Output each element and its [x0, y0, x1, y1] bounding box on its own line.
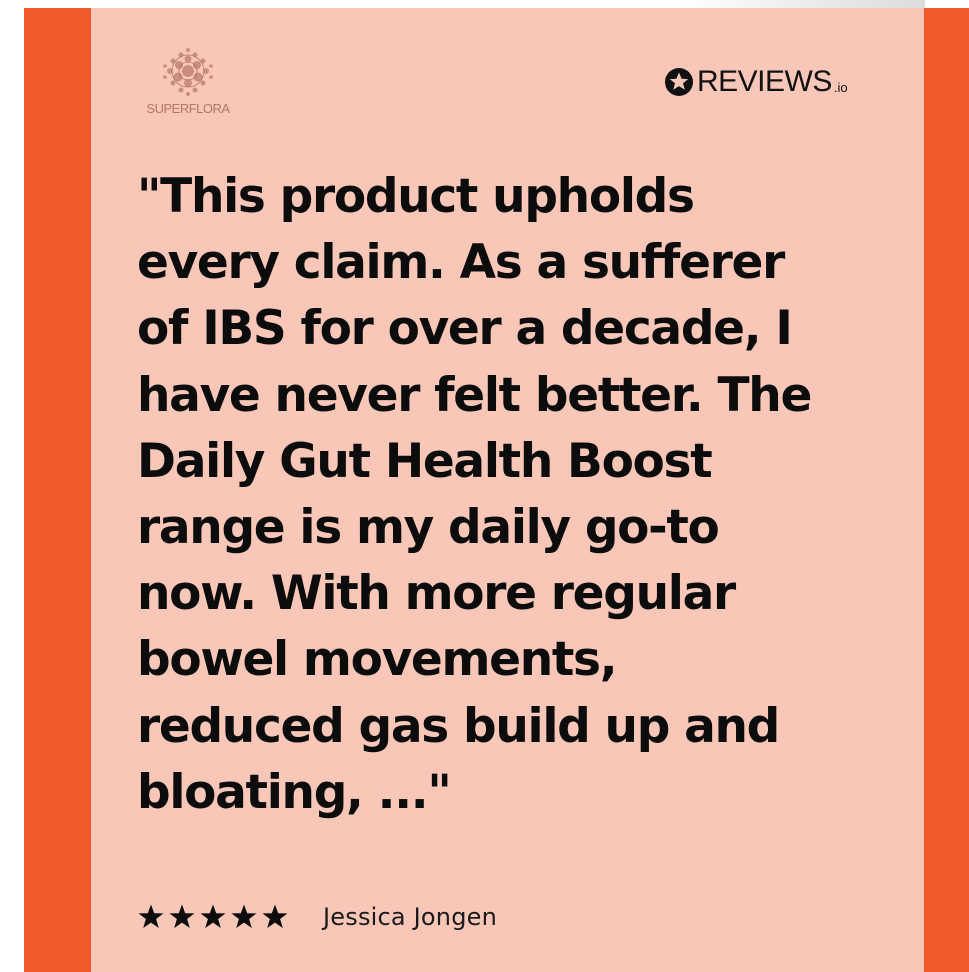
superflora-logo: SUPERFLORA: [133, 46, 243, 126]
reviews-platform-name: REVIEWS: [697, 65, 832, 98]
top-corner-shade: [680, 0, 925, 8]
review-footer: Jessica Jongen: [137, 897, 497, 937]
brand-logo-text: SUPERFLORA: [146, 101, 230, 116]
reviews-io-logo: REVIEWS .io: [664, 64, 848, 100]
star-icon: [231, 904, 257, 928]
star-icon: [138, 904, 164, 928]
star-badge-icon: [665, 68, 693, 96]
star-rating: [137, 903, 289, 931]
star-icon: [169, 904, 195, 928]
star-icon: [262, 904, 288, 928]
star-icon: [200, 904, 226, 928]
review-quote: "This product upholds every claim. As a …: [137, 169, 812, 820]
reviews-platform-suffix: .io: [833, 79, 848, 95]
reviewer-name: Jessica Jongen: [323, 903, 498, 931]
bubble-cluster-logo-icon: [163, 48, 213, 96]
